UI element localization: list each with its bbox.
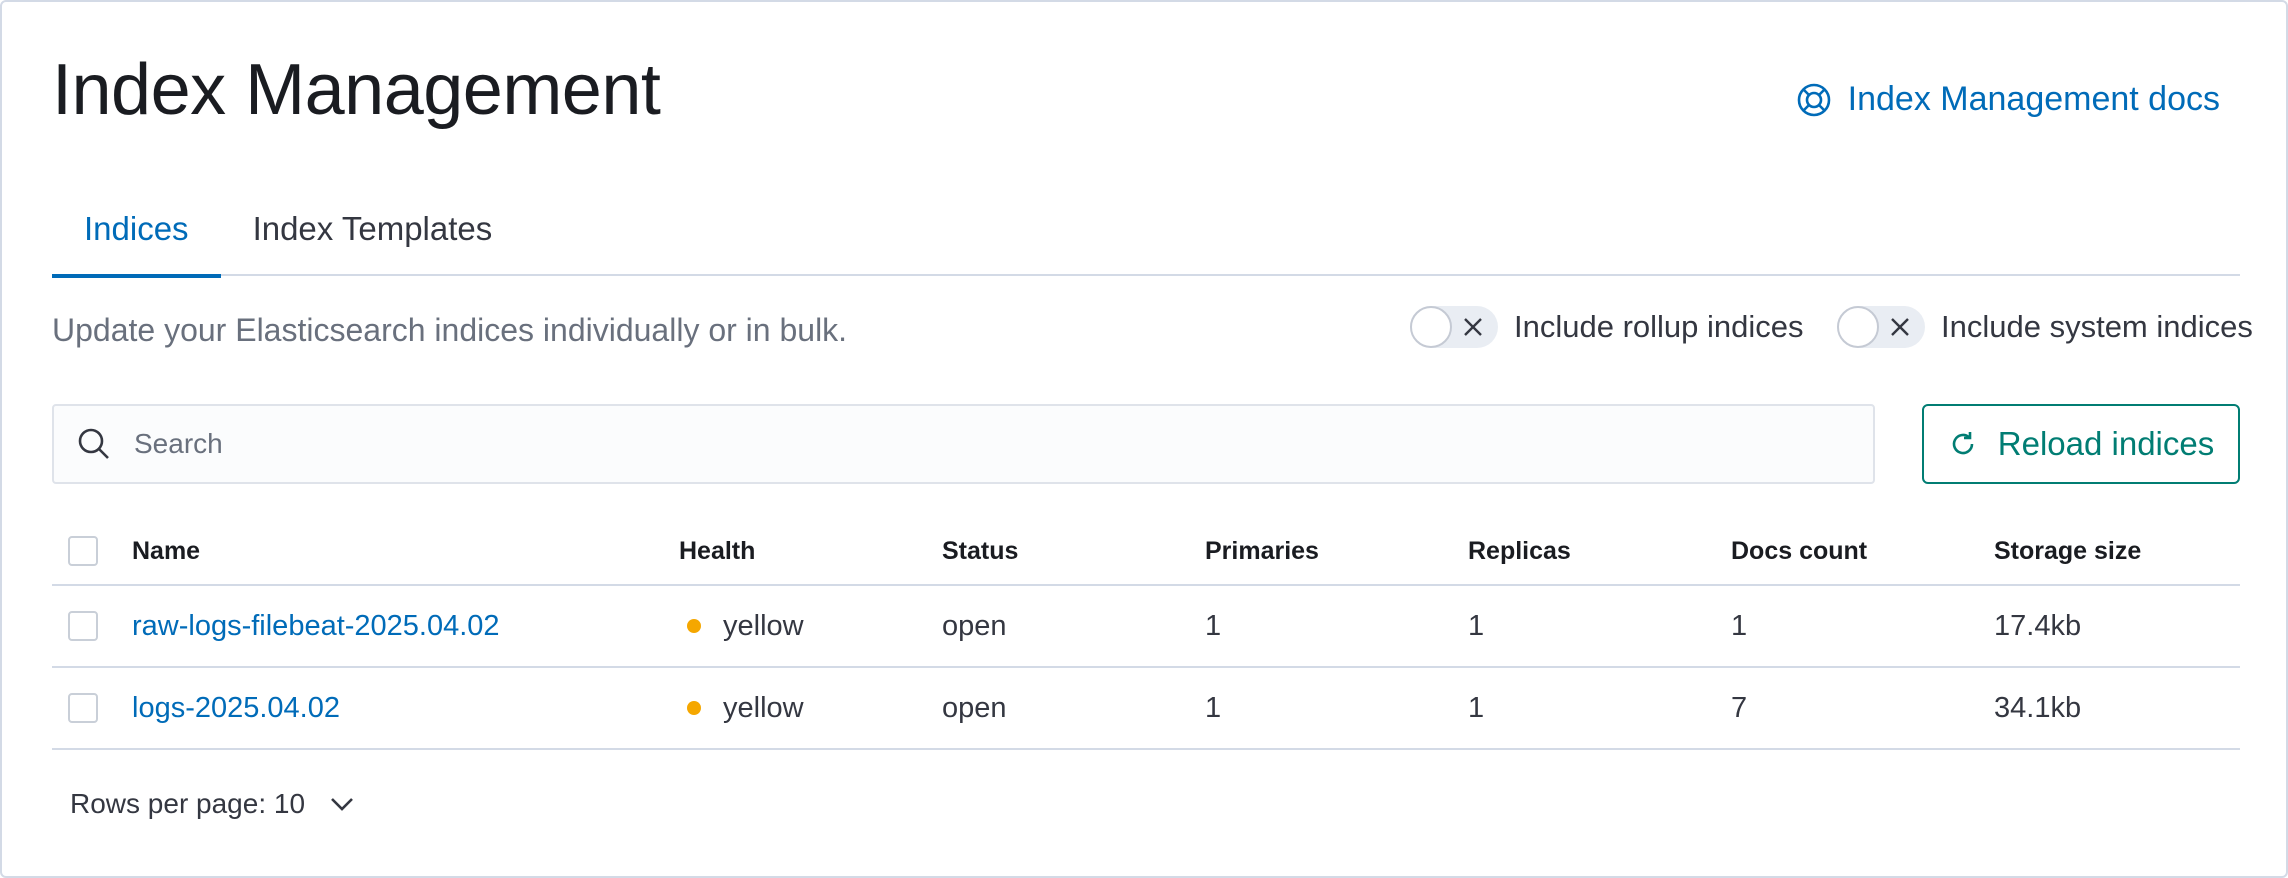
select-all-checkbox[interactable] bbox=[68, 536, 98, 566]
include-rollup-toggle[interactable]: Include rollup indices bbox=[1410, 306, 1804, 348]
rollup-toggle-label: Include rollup indices bbox=[1514, 309, 1804, 344]
cross-icon bbox=[1891, 318, 1909, 336]
switch-knob bbox=[1410, 306, 1452, 348]
storage-size-cell: 34.1kb bbox=[1994, 691, 2082, 724]
system-toggle-label: Include system indices bbox=[1941, 309, 2253, 344]
table-row: logs-2025.04.02 yellow open 1 1 7 34.1kb bbox=[52, 668, 2240, 750]
reload-button-label: Reload indices bbox=[1997, 425, 2215, 462]
page-description: Update your Elasticsearch indices indivi… bbox=[52, 312, 848, 348]
search-input[interactable] bbox=[134, 428, 1834, 460]
refresh-icon bbox=[1952, 432, 1974, 455]
row-checkbox[interactable] bbox=[68, 693, 98, 723]
row-checkbox[interactable] bbox=[68, 611, 98, 641]
storage-size-cell: 17.4kb bbox=[1994, 609, 2082, 642]
health-status-dot bbox=[687, 701, 701, 715]
column-header-name[interactable]: Name bbox=[132, 537, 679, 566]
docs-link[interactable]: Index Management docs bbox=[1796, 80, 2220, 119]
primaries-cell: 1 bbox=[1205, 691, 1222, 724]
primaries-cell: 1 bbox=[1205, 609, 1222, 642]
health-label: yellow bbox=[723, 609, 804, 642]
health-status-dot bbox=[687, 619, 701, 633]
rows-per-page-selector[interactable]: Rows per page: 10 bbox=[70, 788, 357, 820]
page-title: Index Management bbox=[52, 50, 661, 130]
index-name-link[interactable]: logs-2025.04.02 bbox=[132, 692, 340, 724]
reload-indices-button[interactable]: Reload indices bbox=[1922, 404, 2240, 484]
health-cell: yellow bbox=[679, 610, 942, 643]
column-header-status[interactable]: Status bbox=[942, 537, 1205, 566]
tab-indices[interactable]: Indices bbox=[52, 182, 221, 278]
chevron-down-icon bbox=[331, 798, 353, 811]
switch-knob bbox=[1837, 306, 1879, 348]
tab-bar: Indices Index Templates bbox=[52, 182, 2240, 278]
column-header-storage-size[interactable]: Storage size bbox=[1994, 537, 2240, 566]
cross-icon bbox=[1464, 318, 1482, 336]
docs-link-label: Index Management docs bbox=[1847, 80, 2220, 118]
search-icon bbox=[78, 428, 109, 459]
table-row: raw-logs-filebeat-2025.04.02 yellow open… bbox=[52, 586, 2240, 668]
docs-count-cell: 1 bbox=[1731, 609, 1748, 642]
system-switch[interactable] bbox=[1837, 306, 1925, 348]
help-lifebuoy-icon bbox=[1797, 83, 1830, 116]
tab-index-templates[interactable]: Index Templates bbox=[221, 182, 525, 276]
health-cell: yellow bbox=[679, 692, 942, 725]
docs-count-cell: 7 bbox=[1731, 691, 1748, 724]
replicas-cell: 1 bbox=[1468, 691, 1485, 724]
include-system-toggle[interactable]: Include system indices bbox=[1837, 306, 2253, 348]
status-cell: open bbox=[942, 609, 1007, 642]
column-header-replicas[interactable]: Replicas bbox=[1468, 537, 1731, 566]
index-name-link[interactable]: raw-logs-filebeat-2025.04.02 bbox=[132, 610, 500, 642]
indices-table: Name Health Status Primaries Replicas Do… bbox=[52, 518, 2240, 750]
index-management-panel: Index Management Index Management docs I… bbox=[0, 0, 2288, 878]
search-bar[interactable] bbox=[52, 404, 1875, 484]
status-cell: open bbox=[942, 691, 1007, 724]
table-header-row: Name Health Status Primaries Replicas Do… bbox=[52, 518, 2240, 586]
rows-per-page-label: Rows per page: 10 bbox=[70, 788, 306, 819]
health-label: yellow bbox=[723, 691, 804, 724]
column-header-health[interactable]: Health bbox=[679, 537, 942, 566]
replicas-cell: 1 bbox=[1468, 609, 1485, 642]
column-header-primaries[interactable]: Primaries bbox=[1205, 537, 1468, 566]
rollup-switch[interactable] bbox=[1410, 306, 1498, 348]
column-header-docs-count[interactable]: Docs count bbox=[1731, 537, 1994, 566]
